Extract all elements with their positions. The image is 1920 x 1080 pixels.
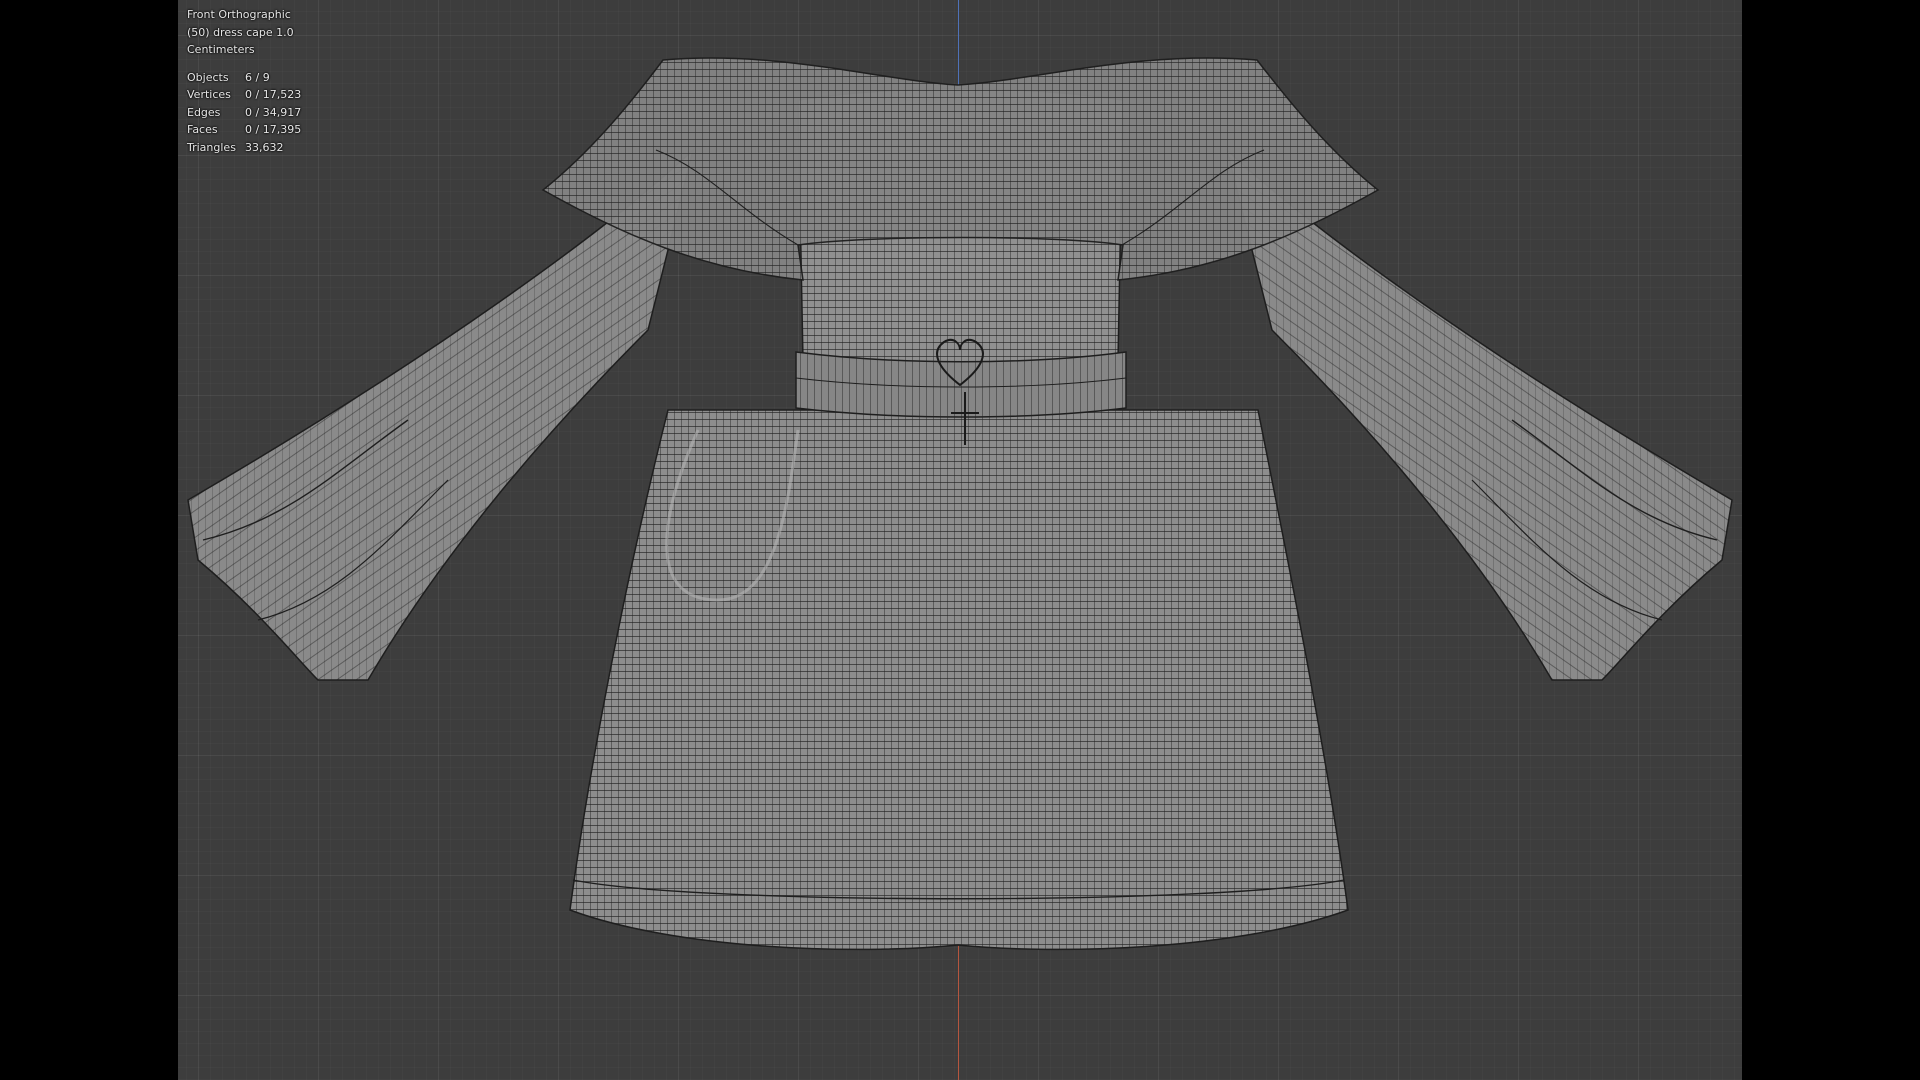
stat-label: Vertices xyxy=(187,88,231,101)
stat-row-faces: Faces 0 / 17,395 xyxy=(187,121,301,139)
dress-skirt xyxy=(569,409,1349,951)
stat-label: Triangles xyxy=(187,140,236,154)
stat-label: Faces xyxy=(187,123,218,136)
stat-value: 0 / 17,523 xyxy=(245,88,302,101)
letterbox-right xyxy=(1742,0,1920,1080)
scene-statistics: Objects 6 / 9 Vertices 0 / 17,523 Edges … xyxy=(187,69,301,157)
dress-wireframe-mesh[interactable] xyxy=(178,0,1742,1080)
viewport-info-overlay: Front Orthographic (50) dress cape 1.0 C… xyxy=(187,6,301,156)
active-object-label: (50) dress cape 1.0 xyxy=(187,25,294,39)
stat-row-edges: Edges 0 / 34,917 xyxy=(187,104,301,122)
units-label: Centimeters xyxy=(187,43,255,56)
view-name-label: Front Orthographic xyxy=(187,8,291,21)
left-sleeve xyxy=(187,147,695,681)
stat-row-vertices: Vertices 0 / 17,523 xyxy=(187,86,301,104)
3d-viewport[interactable]: Front Orthographic (50) dress cape 1.0 C… xyxy=(178,0,1742,1080)
stat-value: 33,632 xyxy=(245,140,284,154)
stat-value: 0 / 17,395 xyxy=(245,123,302,136)
letterbox-left xyxy=(0,0,178,1080)
stat-label: Edges xyxy=(187,105,221,119)
stat-label: Objects xyxy=(187,70,229,84)
stat-value: 6 / 9 xyxy=(245,70,270,84)
stat-row-objects: Objects 6 / 9 xyxy=(187,69,301,87)
right-sleeve xyxy=(1225,147,1733,681)
stat-value: 0 / 34,917 xyxy=(245,105,302,119)
stat-row-triangles: Triangles 33,632 xyxy=(187,139,301,157)
